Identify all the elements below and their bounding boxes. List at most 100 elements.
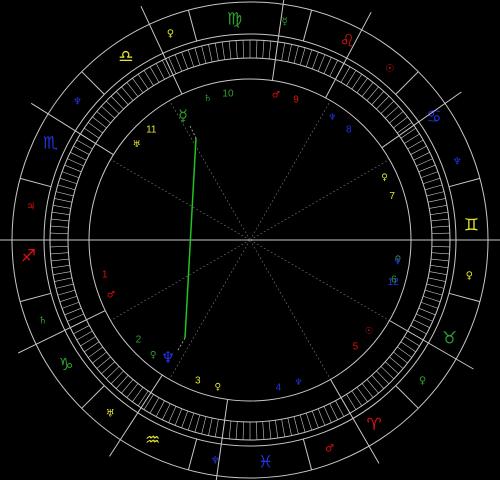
degree-tick	[162, 60, 171, 77]
degree-tick	[214, 419, 219, 438]
degree-tick	[70, 152, 87, 161]
degree-tick	[329, 403, 338, 420]
sign-boundary	[19, 177, 52, 188]
degree-tick	[73, 325, 90, 335]
degree-tick	[76, 330, 93, 341]
degree-tick	[393, 116, 408, 129]
degree-tick	[92, 351, 107, 364]
house-cusp	[271, 0, 285, 81]
degree-tick	[299, 414, 306, 433]
degree-tick	[132, 387, 144, 402]
degree-tick	[52, 204, 71, 209]
degree-tick	[268, 420, 272, 439]
house-number-4: 4	[276, 382, 282, 393]
degree-tick	[126, 383, 139, 398]
degree-tick	[143, 70, 154, 86]
degree-tick	[105, 100, 120, 114]
degree-tick	[149, 66, 160, 83]
degree-tick	[174, 54, 183, 72]
degree-tick	[149, 397, 160, 414]
sign-boundary	[302, 9, 313, 42]
degree-tick	[346, 70, 357, 86]
degree-tick	[174, 408, 183, 426]
degree-tick	[181, 51, 189, 70]
degree-tick	[311, 410, 319, 429]
degree-tick	[126, 82, 139, 97]
degree-tick	[376, 95, 390, 110]
sign-glyph-pisces: ♓	[258, 452, 273, 472]
aspect-connector	[177, 337, 186, 351]
house-number-2: 2	[136, 335, 142, 346]
sign-boundary	[395, 385, 419, 409]
degree-tick	[430, 211, 449, 215]
sign-ruler-scorpio: ♆	[73, 96, 82, 107]
degree-tick	[366, 379, 379, 394]
sign-boundary	[448, 177, 481, 188]
degree-tick	[61, 301, 80, 309]
degree-tick	[101, 361, 115, 375]
house-cusp	[215, 399, 229, 480]
degree-tick	[59, 177, 78, 185]
house-ruler-11: ♅	[133, 140, 141, 150]
degree-tick	[96, 356, 111, 369]
degree-tick	[371, 375, 385, 389]
degree-tick	[323, 57, 332, 74]
degree-tick	[168, 57, 177, 74]
degree-tick	[64, 307, 82, 316]
sign-boundary	[81, 71, 105, 95]
sign-glyph-aries: ♈	[367, 415, 382, 435]
house-number-9: 9	[293, 94, 299, 105]
degree-tick	[194, 414, 201, 433]
degree-tick	[51, 211, 70, 215]
guide-line	[249, 239, 331, 380]
degree-tick	[132, 78, 144, 93]
degree-tick	[50, 252, 69, 255]
degree-tick	[235, 421, 238, 440]
house-number-12: 12	[388, 277, 400, 288]
degree-tick	[420, 171, 439, 179]
degree-tick	[430, 218, 449, 222]
sign-glyph-scorpio: ♏	[43, 134, 58, 154]
degree-tick	[393, 351, 408, 364]
degree-tick	[424, 289, 443, 296]
degree-tick	[228, 420, 232, 439]
aspect-connector	[189, 125, 197, 139]
degree-tick	[340, 66, 351, 83]
degree-tick	[426, 283, 445, 289]
guide-line	[110, 159, 251, 241]
degree-tick	[268, 41, 272, 60]
degree-tick	[52, 271, 71, 276]
degree-tick	[385, 361, 399, 375]
degree-tick	[389, 111, 404, 124]
degree-tick	[422, 177, 441, 185]
sign-ruler-leo: ☉	[385, 63, 394, 74]
aspect-line-mercury-neptune	[184, 137, 197, 339]
degree-tick	[84, 341, 100, 353]
sign-ruler-cancer: ♆	[453, 156, 462, 167]
degree-tick	[162, 403, 171, 420]
sign-glyph-gemini: ♊	[464, 216, 479, 236]
sign-ruler-libra: ♀	[167, 29, 174, 40]
house-number-3: 3	[195, 376, 201, 387]
sign-ruler-capricorn: ♄	[38, 316, 47, 327]
degree-tick	[431, 246, 450, 248]
degree-tick	[214, 42, 219, 61]
house-cusp	[389, 320, 474, 370]
sign-boundary	[448, 292, 481, 303]
degree-tick	[256, 421, 258, 440]
sign-glyph-taurus: ♉	[442, 328, 457, 348]
house-number-8: 8	[346, 124, 352, 135]
degree-tick	[424, 184, 443, 191]
degree-tick	[50, 232, 69, 234]
degree-tick	[51, 258, 70, 262]
degree-tick	[293, 416, 299, 435]
degree-tick	[416, 158, 433, 167]
aspect-lines	[177, 125, 197, 351]
planet-neptune-icon: ♆	[161, 348, 175, 367]
degree-tick	[208, 417, 213, 436]
sign-glyph-aquarius: ♒	[145, 431, 160, 451]
house-number-7: 7	[389, 191, 395, 202]
degree-tick	[431, 252, 450, 255]
degree-tick	[416, 313, 433, 322]
degree-tick	[84, 127, 100, 139]
